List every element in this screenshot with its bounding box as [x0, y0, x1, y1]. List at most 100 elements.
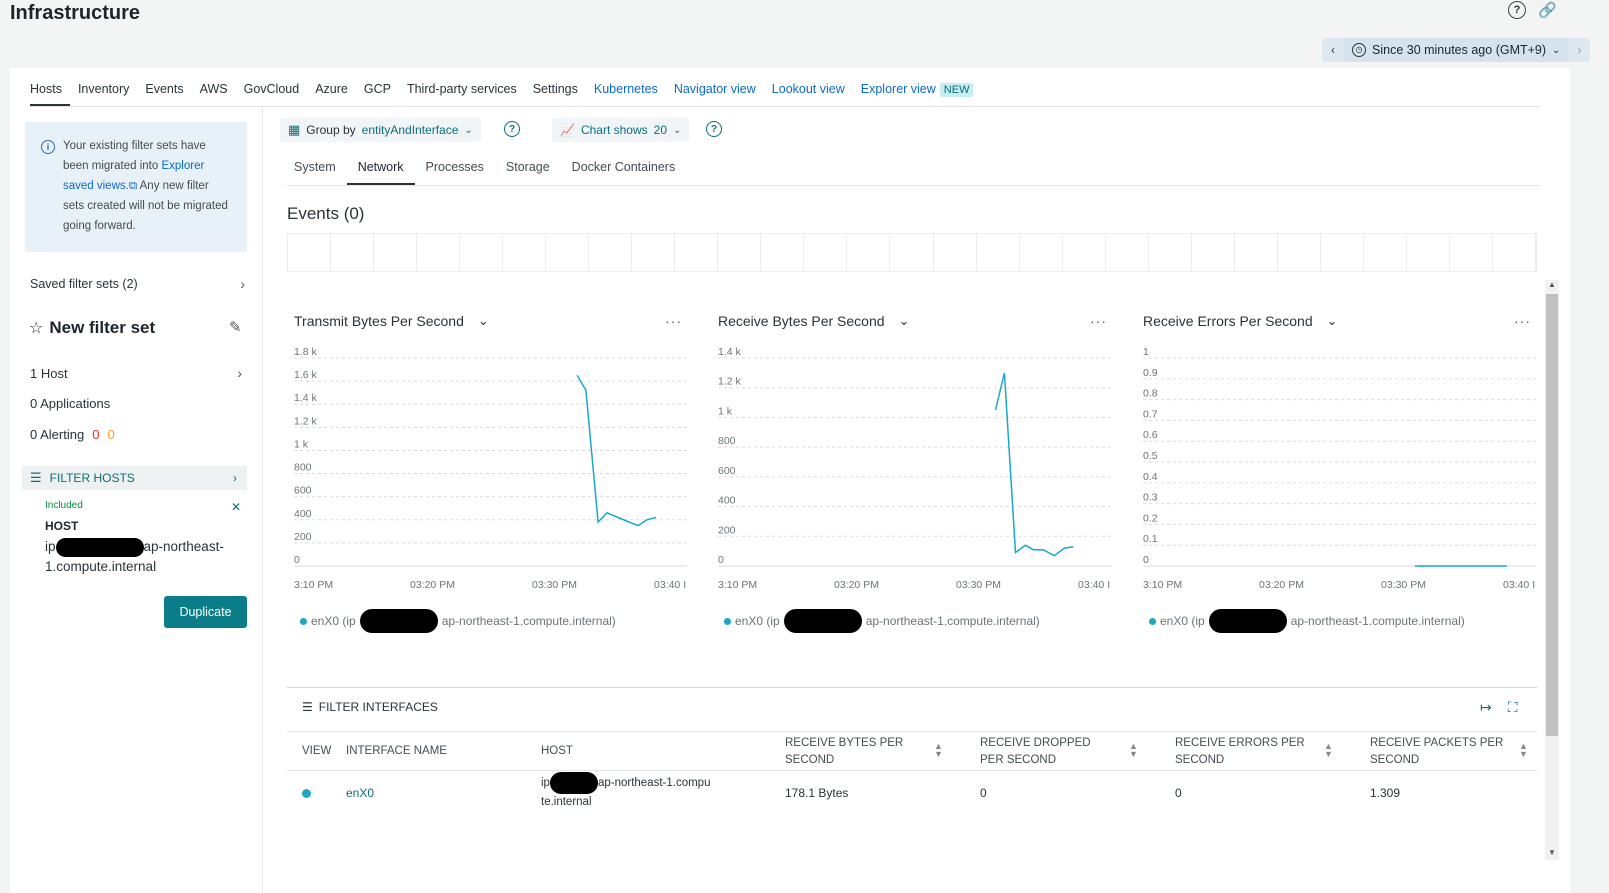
events-grid-cell [1407, 234, 1450, 271]
x-tick-label: 3:10 PM [294, 579, 333, 591]
events-grid-cell [331, 234, 375, 271]
saved-filter-sets[interactable]: Saved filter sets (2) › [30, 276, 245, 292]
column-header-rx-errors[interactable]: RECEIVE ERRORS PER SECOND [1175, 735, 1310, 769]
tab-third-party-services[interactable]: Third-party services [399, 80, 525, 106]
hosts-count-row[interactable]: 1 Host › [30, 365, 242, 381]
redacted-block [359, 609, 438, 633]
scrollbar-thumb[interactable] [1546, 294, 1558, 736]
sort-icon[interactable]: ▲ ▼ [1519, 742, 1528, 759]
filter-hosts-toggle[interactable]: ☰ FILTER HOSTS › [22, 466, 247, 490]
y-tick-label: 0.9 [1143, 367, 1158, 379]
y-tick-label: 0.6 [1143, 429, 1158, 441]
tab-explorer-view[interactable]: Explorer view NEW [853, 80, 982, 106]
chevron-down-icon: ⌄ [673, 124, 682, 136]
column-header-rx-bytes[interactable]: RECEIVE BYTES PER SECOND [785, 735, 920, 769]
tab-label: Azure [315, 82, 348, 96]
tab-settings[interactable]: Settings [525, 80, 586, 106]
help-icon[interactable]: ? [504, 121, 520, 137]
x-tick-label: 3:10 PM [718, 579, 757, 591]
more-options-icon[interactable]: ··· [665, 313, 682, 329]
chart-shows-dropdown[interactable]: 📈 Chart shows 20 ⌄ [552, 118, 690, 142]
y-tick-label: 1 k [718, 405, 733, 417]
events-grid-cell [1278, 234, 1321, 271]
subtab-network[interactable]: Network [346, 160, 415, 185]
chart-legend[interactable]: enX0 (ip ap-northeast-1.compute.internal) [300, 609, 616, 633]
sort-icon[interactable]: ▲ ▼ [1129, 742, 1138, 759]
star-icon[interactable]: ☆ [29, 318, 43, 338]
duplicate-button[interactable]: Duplicate [164, 596, 247, 628]
y-tick-label: 200 [718, 524, 736, 536]
time-picker-button[interactable]: ◷ Since 30 minutes ago (GMT+9) ⌄ [1344, 38, 1569, 62]
tab-inventory[interactable]: Inventory [70, 80, 137, 106]
sort-icon[interactable]: ▲ ▼ [934, 742, 943, 759]
scroll-up-icon[interactable]: ▲ [1546, 280, 1558, 289]
y-tick-label: 0.3 [1143, 492, 1158, 504]
time-picker[interactable]: ‹ ◷ Since 30 minutes ago (GMT+9) ⌄ › [1322, 38, 1591, 62]
group-by-value: entityAndInterface [361, 123, 459, 137]
subtab-docker-containers[interactable]: Docker Containers [561, 160, 687, 185]
legend-prefix: enX0 (ip [1160, 614, 1205, 628]
help-icon[interactable]: ? [706, 121, 722, 137]
tab-lookout-view[interactable]: Lookout view [764, 80, 853, 106]
tab-label: AWS [199, 82, 228, 96]
x-tick-label: 03:20 PM [1259, 579, 1304, 591]
scroll-down-icon[interactable]: ▼ [1546, 848, 1558, 857]
chart-legend[interactable]: enX0 (ip ap-northeast-1.compute.internal) [1149, 609, 1465, 633]
filter-hosts-label: FILTER HOSTS [49, 471, 135, 485]
tab-navigator-view[interactable]: Navigator view [666, 80, 764, 106]
x-tick-label: 03:40 I [1078, 579, 1110, 591]
chart-legend[interactable]: enX0 (ip ap-northeast-1.compute.internal) [724, 609, 1040, 633]
events-grid-cell [890, 234, 934, 271]
fullscreen-icon[interactable]: ⛶ [1508, 699, 1518, 716]
filter-icon: ☰ [30, 470, 42, 485]
tab-kubernetes[interactable]: Kubernetes [586, 80, 666, 106]
interface-name-link[interactable]: enX0 [346, 786, 374, 800]
view-toggle-dot[interactable] [302, 789, 311, 798]
host-filter-value: ip ap-northeast-1.compute.internal [45, 537, 250, 576]
chevron-right-icon: › [237, 365, 242, 381]
chart-title-dropdown[interactable]: Transmit Bytes Per Second ⌄ [294, 313, 489, 329]
export-icon[interactable]: ↦ [1480, 699, 1492, 716]
tab-azure[interactable]: Azure [307, 80, 356, 106]
new-filter-set-title: New filter set [49, 318, 156, 337]
table-header-bottom-line [287, 770, 1537, 771]
more-options-icon[interactable]: ··· [1514, 313, 1531, 329]
filter-interfaces-button[interactable]: ☰ FILTER INTERFACES [302, 700, 438, 714]
time-prev-icon[interactable]: ‹ [1322, 43, 1344, 57]
events-grid-cell [847, 234, 891, 271]
new-badge: NEW [939, 83, 974, 97]
y-tick-label: 600 [718, 465, 736, 477]
group-by-dropdown[interactable]: ▦ Group by entityAndInterface ⌄ [280, 118, 481, 142]
rx-packets-value: 1.309 [1370, 786, 1401, 800]
events-grid-cell [718, 234, 762, 271]
new-filter-set: ☆ New filter set [29, 318, 155, 338]
y-tick-label: 1.8 k [294, 346, 318, 358]
column-header-interface: INTERFACE NAME [346, 745, 447, 757]
time-next-icon[interactable]: › [1568, 43, 1590, 57]
link-icon[interactable]: 🔗 [1538, 1, 1557, 19]
tab-events[interactable]: Events [137, 80, 191, 106]
chart-title-dropdown[interactable]: Receive Bytes Per Second ⌄ [718, 313, 909, 329]
x-tick-label: 03:20 PM [834, 579, 879, 591]
subtab-system[interactable]: System [287, 160, 347, 185]
migration-info-box: i Your existing filter sets have been mi… [25, 122, 247, 252]
more-options-icon[interactable]: ··· [1090, 313, 1107, 329]
tab-gcp[interactable]: GCP [356, 80, 399, 106]
external-link-icon[interactable]: ⧉ [129, 180, 137, 192]
column-header-rx-packets[interactable]: RECEIVE PACKETS PER SECOND [1370, 735, 1505, 769]
y-tick-label: 0.8 [1143, 388, 1158, 400]
host-prefix: ip [541, 777, 550, 790]
subtab-processes[interactable]: Processes [415, 160, 495, 185]
subtab-storage[interactable]: Storage [495, 160, 561, 185]
help-icon[interactable]: ? [1508, 1, 1526, 19]
pencil-icon[interactable]: ✎ [229, 318, 242, 336]
tab-aws[interactable]: AWS [192, 80, 236, 106]
tab-govcloud[interactable]: GovCloud [236, 80, 308, 106]
tab-hosts[interactable]: Hosts [30, 80, 70, 106]
chart-title-dropdown[interactable]: Receive Errors Per Second ⌄ [1143, 313, 1338, 329]
included-label: Included [45, 500, 83, 511]
column-header-rx-dropped[interactable]: RECEIVE DROPPED PER SECOND [980, 735, 1115, 769]
tab-label: Lookout view [771, 82, 845, 96]
close-icon[interactable]: ✕ [231, 500, 241, 514]
sort-icon[interactable]: ▲ ▼ [1324, 742, 1333, 759]
